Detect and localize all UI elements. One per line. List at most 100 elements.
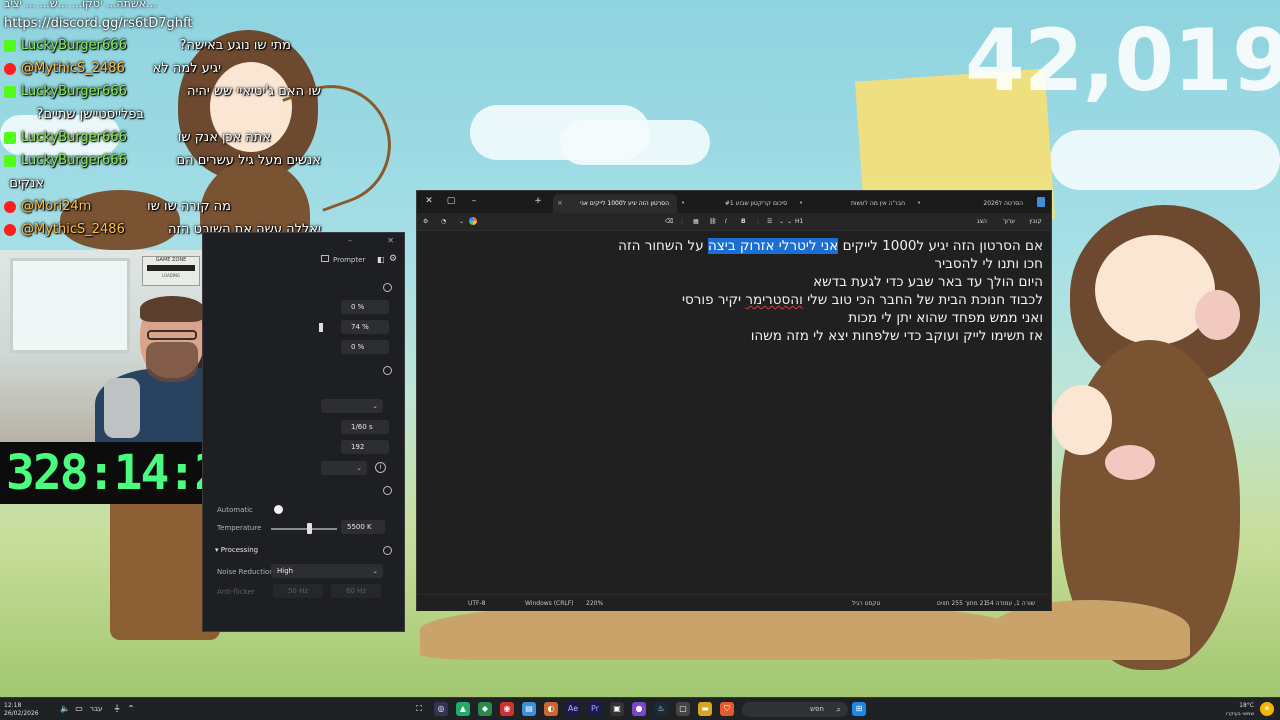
discord-link: https://discord.gg/rs6tD7ghft: [4, 16, 193, 31]
app-icon-7[interactable]: ●: [632, 702, 646, 716]
notepad-app-icon: [1037, 197, 1045, 207]
app-icon-4[interactable]: ◆: [478, 702, 492, 716]
heading-chevron-icon[interactable]: ⌄: [787, 215, 792, 229]
value-spinner-2[interactable]: 74 %: [341, 320, 389, 334]
divider: ⋮: [755, 218, 761, 225]
tab[interactable]: • חבר'ה אין מה לעשות: [795, 194, 913, 213]
minimize-icon[interactable]: –: [467, 194, 481, 208]
tab-dot-icon[interactable]: •: [917, 194, 921, 213]
language-indicator[interactable]: עבר: [90, 698, 102, 720]
after-effects-icon[interactable]: Ae: [566, 702, 580, 716]
reset-icon[interactable]: [383, 283, 392, 292]
auto-toggle[interactable]: [274, 505, 283, 514]
notepad-taskbar-icon[interactable]: ▤: [522, 702, 536, 716]
new-tab-icon[interactable]: +: [531, 194, 545, 208]
noise-select[interactable]: High ⌄: [271, 564, 383, 578]
wall-sign-sub: LOADING: [161, 273, 181, 278]
iso-spinner[interactable]: 192: [341, 440, 389, 454]
bold-button[interactable]: B: [741, 215, 746, 229]
list-icon[interactable]: ☰: [767, 215, 772, 229]
minimize-icon[interactable]: –: [348, 236, 352, 245]
prompter-tab-label: Prompter: [333, 256, 366, 264]
windows-taskbar: 12:18 26/02/2026 🔈 ▭ עבר ⏚ ⌃ ⛶ ◎ ▲ ◆ ◉ ▤…: [0, 697, 1280, 720]
clear-format-icon[interactable]: ⌫: [665, 215, 673, 229]
prompter-tab[interactable]: Prompter: [321, 255, 365, 264]
heading-button[interactable]: H1: [795, 215, 803, 229]
app-icon-6[interactable]: ▣: [610, 702, 624, 716]
auto-label: Automatic: [217, 506, 253, 514]
close-tab-icon[interactable]: ×: [557, 194, 563, 213]
table-icon[interactable]: ▦: [693, 215, 699, 229]
steam-icon[interactable]: ♨: [654, 702, 668, 716]
option-select[interactable]: ⌄: [321, 461, 367, 475]
slider-knob[interactable]: [319, 323, 323, 332]
processing-section[interactable]: ▾ Processing: [215, 546, 258, 554]
close-icon[interactable]: ✕: [387, 236, 394, 245]
temperature-value[interactable]: 5500 K: [341, 520, 385, 534]
reset-icon[interactable]: [383, 546, 392, 555]
clock[interactable]: 12:18 26/02/2026: [4, 698, 39, 720]
status-zoom[interactable]: 220%: [586, 595, 603, 612]
account-icon[interactable]: ◔: [441, 215, 446, 229]
menu-view[interactable]: הצג: [977, 215, 987, 229]
text-segment: ואני ממש מפחד שהוא יתן לי מכות: [848, 310, 1043, 326]
text-segment: חכו ותנו לי להסביר: [934, 256, 1043, 272]
app-icon-8[interactable]: ▢: [676, 702, 690, 716]
reset-icon[interactable]: [383, 486, 392, 495]
app-icon-2[interactable]: ◎: [434, 702, 448, 716]
spellcheck-text: והסטרימר: [745, 292, 803, 308]
tab[interactable]: • הסרטה ל2026: [913, 194, 1031, 213]
tab-active[interactable]: × הסרטון הזה יגיע ל1000 לייקים אני: [553, 194, 677, 213]
tab-dot-icon[interactable]: •: [681, 194, 685, 213]
usb-icon[interactable]: ⏚: [110, 702, 124, 716]
taskbar-search[interactable]: חפש ⌕: [742, 702, 848, 717]
chat-text: מה קורה שו שו: [147, 199, 231, 214]
temperature-knob[interactable]: [307, 523, 312, 534]
link-icon[interactable]: ⛓: [709, 215, 717, 229]
kick-icon: [4, 40, 16, 52]
antiflicker-label: Anti-flicker: [217, 588, 255, 596]
sun-icon: ☀: [1260, 702, 1274, 716]
italic-button[interactable]: I: [725, 215, 727, 229]
weather-text: שמשי בעיקרו: [1225, 711, 1254, 717]
gear-icon[interactable]: ⚙: [389, 254, 397, 264]
tray-chevron-icon[interactable]: ⌃: [124, 702, 138, 716]
start-icon[interactable]: ⊞: [852, 702, 866, 716]
network-icon[interactable]: ▭: [72, 702, 86, 716]
value-spinner-1[interactable]: 0 %: [341, 300, 389, 314]
volume-icon[interactable]: 🔈: [58, 702, 72, 716]
app-icon-5[interactable]: ◉: [500, 702, 514, 716]
text-line: אם הסרטון הזה יגיע ל1000 לייקים אני ליטר…: [425, 237, 1043, 255]
app-icon-1[interactable]: ⛶: [412, 702, 426, 716]
file-explorer-icon[interactable]: ▬: [698, 702, 712, 716]
tab[interactable]: • סיכום קריקטון שבוע #1: [677, 194, 795, 213]
temperature-slider[interactable]: [271, 528, 337, 530]
info-icon[interactable]: i: [375, 462, 386, 473]
settings-icon[interactable]: ⚙: [423, 215, 428, 229]
window-art: [10, 258, 130, 353]
tab-dot-icon[interactable]: •: [799, 194, 803, 213]
reset-icon[interactable]: [383, 366, 392, 375]
value-spinner-3[interactable]: 0 %: [341, 340, 389, 354]
copilot-icon[interactable]: [469, 217, 477, 225]
hz50-option[interactable]: 50 Hz: [273, 584, 323, 598]
chevron-down-icon[interactable]: ⌄: [779, 215, 784, 229]
close-icon[interactable]: ✕: [422, 194, 436, 208]
notepad-text-area[interactable]: אם הסרטון הזה יגיע ל1000 לייקים אני ליטר…: [417, 232, 1051, 590]
text-line: חכו ותנו לי להסביר: [425, 255, 1043, 273]
menu-edit[interactable]: ערוך: [1003, 215, 1015, 229]
split-icon[interactable]: ◧: [377, 255, 385, 264]
hz60-option[interactable]: 60 Hz: [331, 584, 381, 598]
weather-widget[interactable]: 18°C שמשי בעיקרו: [1210, 698, 1254, 720]
menu-file[interactable]: קובץ: [1029, 215, 1042, 229]
cloud: [560, 120, 710, 165]
maximize-icon[interactable]: ▢: [444, 194, 458, 208]
blender-icon[interactable]: ◐: [544, 702, 558, 716]
chevron-down-icon[interactable]: ⌄: [459, 215, 464, 229]
brave-icon[interactable]: ⛉: [720, 702, 734, 716]
mode-select[interactable]: ⌄: [321, 399, 383, 413]
premiere-icon[interactable]: Pr: [588, 702, 602, 716]
shutter-spinner[interactable]: 1/60 s: [341, 420, 389, 434]
text-segment: היום הולך עד באר שבע כדי לגעת בדשא: [813, 274, 1043, 290]
app-icon-3[interactable]: ▲: [456, 702, 470, 716]
